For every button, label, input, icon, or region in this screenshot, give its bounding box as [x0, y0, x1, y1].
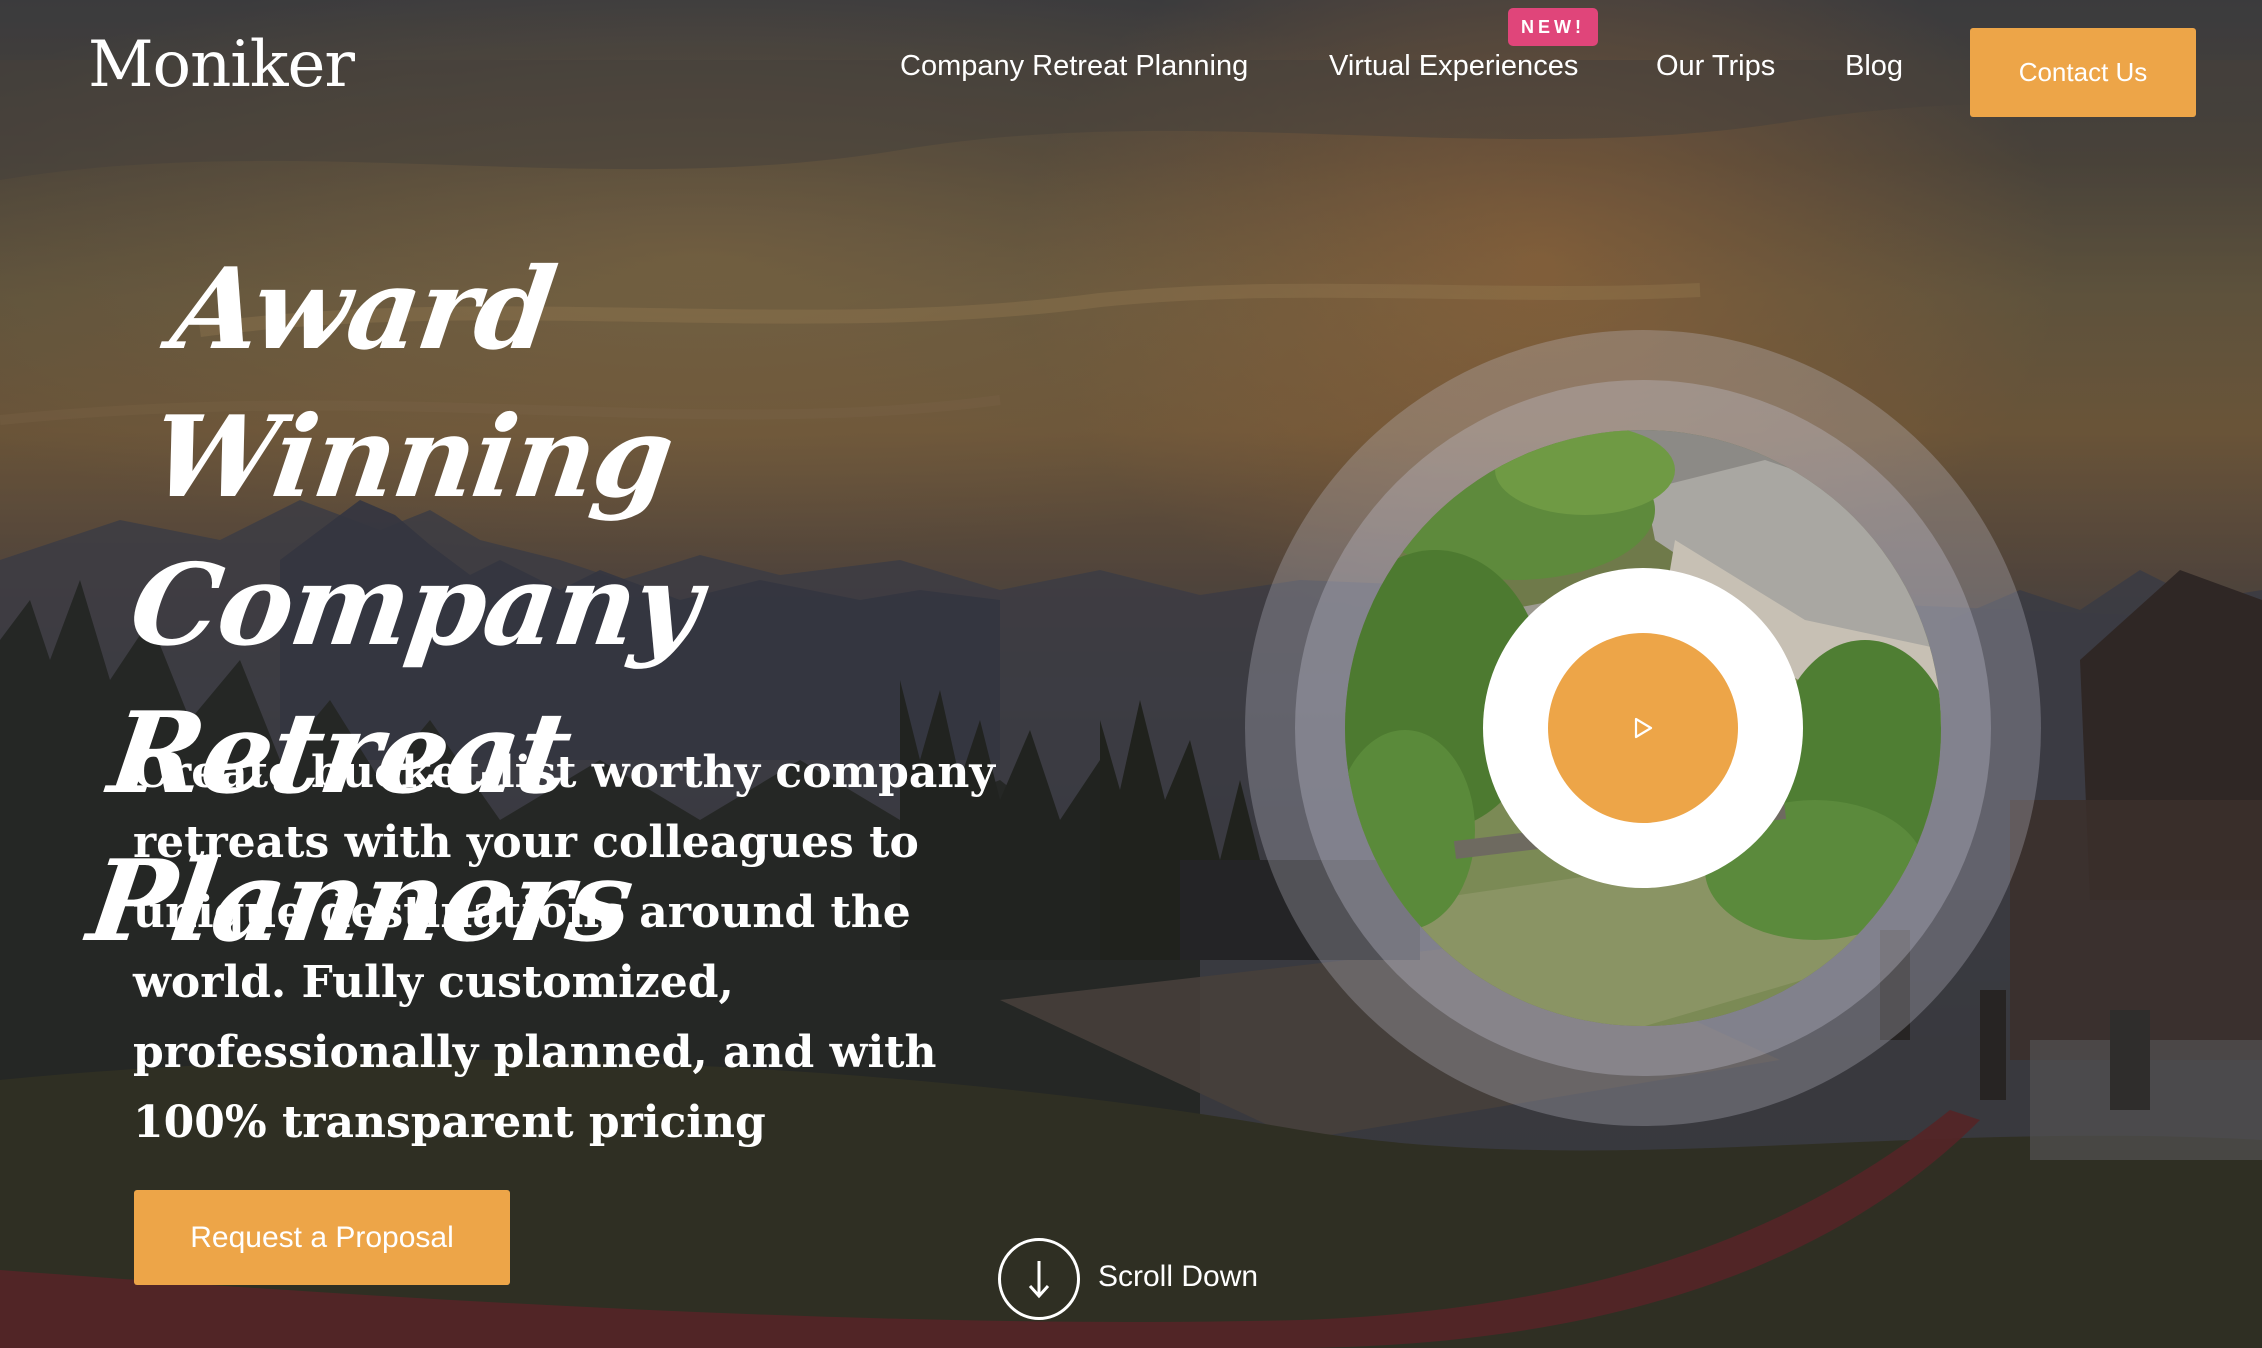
moniker-logo[interactable]: Moniker: [88, 28, 355, 102]
play-icon: [1634, 717, 1653, 739]
site-header: Moniker Company Retreat Planning Virtual…: [0, 0, 2262, 140]
nav-virtual-experiences[interactable]: Virtual Experiences: [1329, 50, 1578, 83]
scroll-down-circle[interactable]: [998, 1238, 1080, 1320]
arrow-down-icon: [1028, 1261, 1050, 1299]
nav-company-retreat-planning[interactable]: Company Retreat Planning: [900, 50, 1248, 83]
hero-section: Moniker Company Retreat Planning Virtual…: [0, 0, 2262, 1348]
nav-blog[interactable]: Blog: [1845, 50, 1903, 83]
scroll-down-label: Scroll Down: [1098, 1260, 1259, 1293]
video-widget: [1245, 330, 2041, 1126]
hero-description: Create bucket-list worthy company retrea…: [133, 747, 995, 1148]
play-button[interactable]: [1483, 568, 1803, 888]
new-badge: NEW!: [1508, 8, 1598, 46]
request-proposal-button[interactable]: Request a Proposal: [134, 1190, 510, 1285]
headline-line-1: Award Winning: [143, 244, 680, 523]
contact-us-button[interactable]: Contact Us: [1970, 28, 2196, 117]
nav-our-trips[interactable]: Our Trips: [1656, 50, 1775, 83]
play-button-core[interactable]: [1548, 633, 1738, 823]
